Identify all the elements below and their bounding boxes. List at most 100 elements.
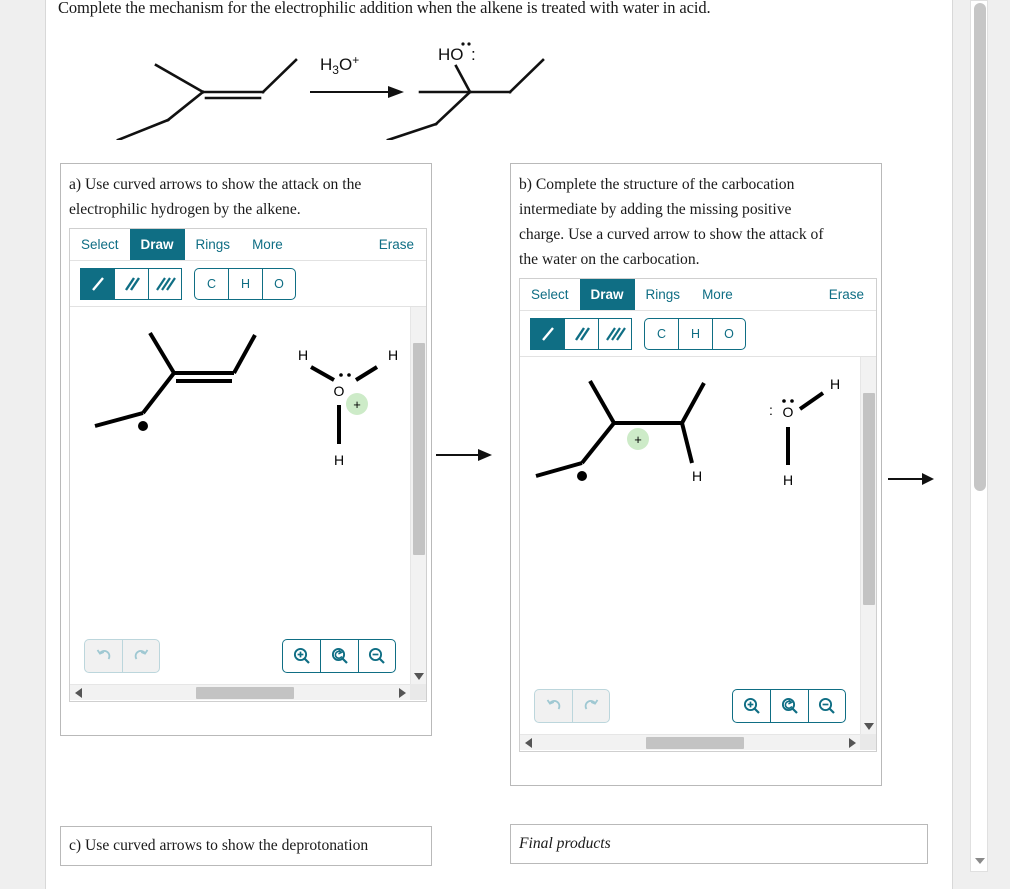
final-products-panel: Final products [510, 824, 928, 864]
panel-b-vscrollbar[interactable] [860, 357, 876, 734]
reaction-scheme-svg: H3O+ HO : [116, 42, 545, 142]
panel-a-atom-c-button[interactable]: C [194, 267, 228, 300]
panel-b-double-bond-button[interactable] [564, 317, 598, 350]
product-oh-label: HO [438, 45, 464, 64]
connector-arrow-a-b-icon [436, 449, 492, 461]
hydronium-h-bottom: H [334, 452, 344, 468]
carbocation-skeleton [535, 380, 706, 478]
panel-b-undo-button[interactable] [534, 689, 572, 723]
panel-b-bond-group [530, 317, 632, 350]
chevron-left-icon [74, 687, 82, 698]
reagent-label: H3O+ [320, 53, 359, 77]
panel-a-zoom-out-button[interactable] [358, 639, 396, 673]
panel-b-tab-more[interactable]: More [691, 279, 744, 310]
panel-a-vscroll-thumb[interactable] [413, 343, 425, 555]
panel-b-atom-o-button[interactable]: O [712, 317, 746, 350]
panel-b-vscroll-down-arrow[interactable] [861, 718, 877, 734]
panel-a-hscroll-left-arrow[interactable] [70, 685, 86, 701]
panel-b-prompt-line3: charge. Use a curved arrow to show the a… [519, 226, 824, 243]
panel-b-vscroll-thumb[interactable] [863, 393, 875, 605]
panel-b-zoom-out-button[interactable] [808, 689, 846, 723]
single-bond-icon [541, 326, 554, 341]
panel-b-tab-rings[interactable]: Rings [635, 279, 692, 310]
panel-a-tab-draw[interactable]: Draw [129, 229, 185, 260]
panel-b-zoom-in-button[interactable] [732, 689, 770, 723]
panel-b-single-bond-button[interactable] [530, 317, 564, 350]
panel-b-tool-tabs: Select Draw Rings More Erase [520, 279, 876, 311]
panel-a-history-group [84, 639, 160, 673]
panel-b-tab-select[interactable]: Select [520, 279, 580, 310]
panel-b-editor: Select Draw Rings More Erase C H O + H:… [519, 278, 877, 752]
page-scrollbar-down-arrow[interactable] [971, 853, 989, 869]
panel-a-prompt-line2: electrophilic hydrogen by the alkene. [69, 201, 301, 218]
reaction-scheme: H3O+ HO : [58, 20, 938, 142]
panel-b-tab-draw[interactable]: Draw [579, 279, 635, 310]
panel-a-bond-group [80, 267, 182, 300]
double-bond-icon [124, 276, 140, 291]
page-scrollbar-thumb[interactable] [974, 3, 986, 491]
panel-b-prompt-line2: intermediate by adding the missing posit… [519, 201, 792, 218]
panel-b-prompt: b) Complete the structure of the carboca… [511, 164, 881, 276]
panel-a-tab-more[interactable]: More [241, 229, 294, 260]
panel-b-hscrollbar[interactable] [520, 734, 860, 750]
zoom-out-icon [368, 647, 385, 664]
triple-bond-icon [156, 276, 176, 291]
panel-a-hscroll-thumb[interactable] [196, 687, 294, 699]
chevron-down-icon [414, 672, 424, 680]
panel-a-vscrollbar[interactable] [410, 307, 426, 684]
panel-a-zoom-reset-button[interactable] [320, 639, 358, 673]
water-oxygen: O [783, 404, 794, 420]
zoom-in-icon [293, 647, 310, 664]
double-bond-icon [574, 326, 590, 341]
page-title: Complete the mechanism for the electroph… [58, 0, 711, 17]
panel-a-tab-rings[interactable]: Rings [185, 229, 242, 260]
panel-a-atom-o-button[interactable]: O [262, 267, 296, 300]
panel-a-hscroll-right-arrow[interactable] [394, 685, 410, 701]
hydronium-h-left: H [298, 347, 308, 363]
panel-a-erase-button[interactable]: Erase [367, 229, 426, 260]
hydronium-oxygen: O [334, 383, 345, 399]
hydronium-h-right: H [388, 347, 398, 363]
panel-a-undo-button[interactable] [84, 639, 122, 673]
panel-b-hscroll-right-arrow[interactable] [844, 735, 860, 751]
panel-a: a) Use curved arrows to show the attack … [60, 163, 432, 736]
panel-b-triple-bond-button[interactable] [598, 317, 632, 350]
panel-a-triple-bond-button[interactable] [148, 267, 182, 300]
zoom-reset-icon [331, 647, 348, 664]
panel-a-scroll-corner [410, 684, 426, 700]
panel-a-editor: Select Draw Rings More Erase C H O H H O… [69, 228, 427, 702]
panel-b-zoom-reset-button[interactable] [770, 689, 808, 723]
panel-a-hscrollbar[interactable] [70, 684, 410, 700]
panel-b-canvas[interactable]: + H : O H H [520, 357, 860, 734]
panel-b-canvas-wrap: + H : O H H [520, 357, 876, 750]
water-h-upper-right: H [830, 376, 840, 392]
panel-a-vscroll-down-arrow[interactable] [411, 668, 427, 684]
panel-a-double-bond-button[interactable] [114, 267, 148, 300]
panel-a-tab-select[interactable]: Select [70, 229, 130, 260]
panel-b-redo-button[interactable] [572, 689, 610, 723]
page-root: Complete the mechanism for the electroph… [0, 0, 1010, 889]
panel-b-atom-h-button[interactable]: H [678, 317, 712, 350]
zoom-reset-icon [781, 697, 798, 714]
panel-b-erase-button[interactable]: Erase [817, 279, 876, 310]
panel-a-atom-h-button[interactable]: H [228, 267, 262, 300]
hydronium-charge: + [353, 397, 361, 412]
panel-a-canvas[interactable]: H H O + H [70, 307, 410, 684]
connector-arrow-b-next-icon [888, 473, 934, 485]
panel-b-hscroll-thumb[interactable] [646, 737, 744, 749]
hydronium-ion: H H O + H [298, 347, 398, 468]
panel-a-tabs-spacer [294, 229, 367, 260]
page-scrollbar[interactable] [970, 0, 988, 872]
panel-a-redo-button[interactable] [122, 639, 160, 673]
panel-b-tabs-spacer [744, 279, 817, 310]
panel-b-hscroll-left-arrow[interactable] [520, 735, 536, 751]
panel-a-canvas-wrap: H H O + H [70, 307, 426, 700]
panel-b-atom-c-button[interactable]: C [644, 317, 678, 350]
panel-a-zoom-in-button[interactable] [282, 639, 320, 673]
panel-a-zoom-group [282, 639, 396, 673]
panel-a-tool-tabs: Select Draw Rings More Erase [70, 229, 426, 261]
panel-a-single-bond-button[interactable] [80, 267, 114, 300]
chevron-down-icon [864, 722, 874, 730]
final-products-label: Final products [519, 835, 611, 852]
panel-a-prompt-line1: a) Use curved arrows to show the attack … [69, 176, 362, 193]
